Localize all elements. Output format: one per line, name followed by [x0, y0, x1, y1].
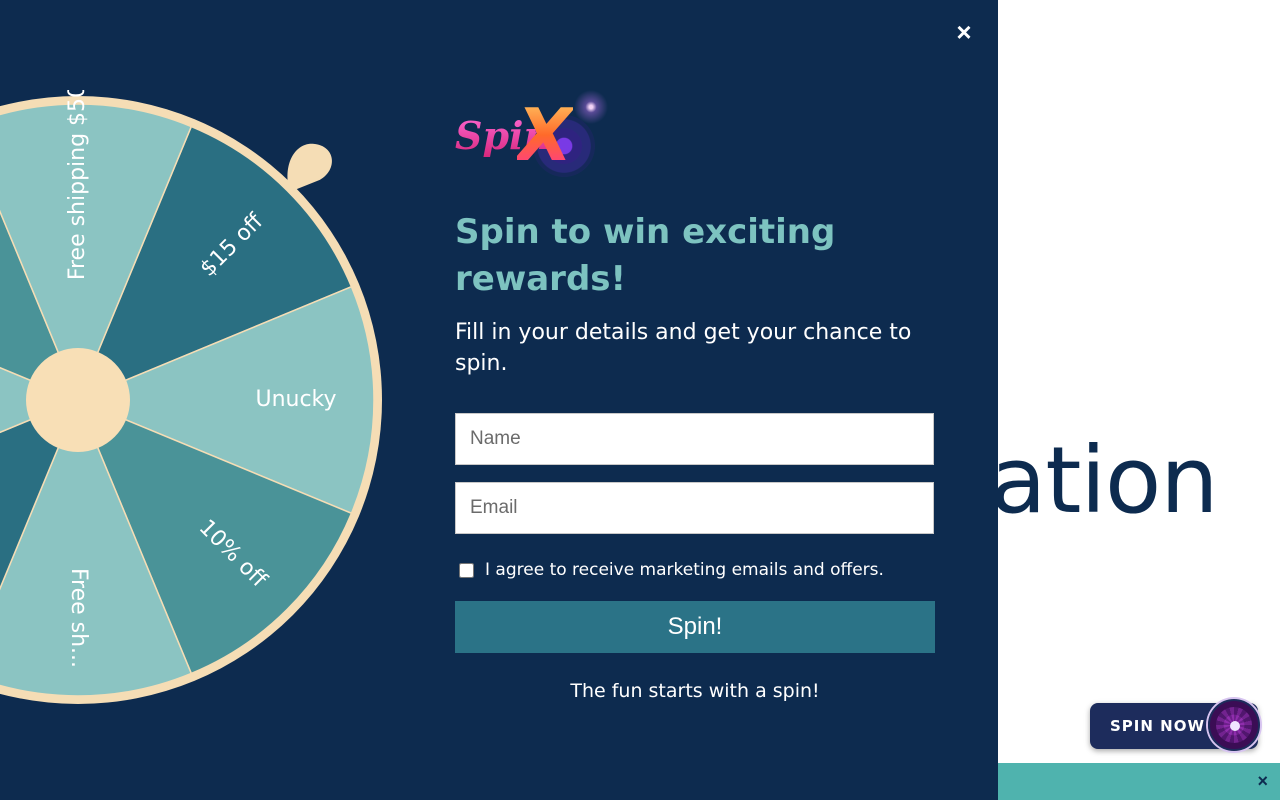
wheel-segment-label: Free sh...	[66, 568, 91, 668]
spin-button[interactable]: Spin!	[455, 601, 935, 653]
signup-form: Spin X Spin to win exciting rewards! Fil…	[455, 85, 935, 702]
background-heading: ation	[990, 427, 1219, 534]
consent-checkbox[interactable]	[459, 562, 474, 578]
wheel-segment-label: Free shipping $50	[65, 90, 90, 280]
wheel-pointer	[287, 143, 332, 192]
name-input[interactable]	[456, 414, 933, 464]
logo-mark: X	[517, 93, 573, 177]
headline: Spin to win exciting rewards!	[455, 212, 836, 299]
logo-flare-graphic	[571, 87, 611, 127]
prize-wheel-graphic: $15 offUnucky10% offFree sh......sTFree …	[0, 90, 382, 704]
bottom-bar: ×	[998, 763, 1280, 800]
spin-modal: × $15 offUnucky10% offFree sh......sTFre…	[0, 0, 998, 800]
mini-wheel-icon	[1208, 699, 1260, 751]
subline: Fill in your details and get your chance…	[455, 320, 912, 376]
email-field-wrapper	[455, 482, 934, 534]
footer-note: The fun starts with a spin!	[570, 680, 820, 702]
close-icon[interactable]: ×	[950, 18, 978, 46]
bottom-bar-close-icon[interactable]: ×	[1257, 771, 1268, 791]
name-field-wrapper	[455, 413, 934, 465]
wheel-segment-label: Unucky	[255, 387, 336, 412]
spin-now-button[interactable]: SPIN NOW	[1090, 699, 1260, 751]
spin-now-label: SPIN NOW	[1110, 717, 1206, 735]
prize-wheel: $15 offUnucky10% offFree sh......sTFree …	[0, 90, 388, 710]
email-input[interactable]	[456, 483, 933, 533]
consent-row: I agree to receive marketing emails and …	[455, 558, 935, 582]
spinx-logo: Spin X	[455, 85, 611, 185]
wheel-hub	[26, 348, 130, 452]
consent-label: I agree to receive marketing emails and …	[485, 560, 884, 580]
